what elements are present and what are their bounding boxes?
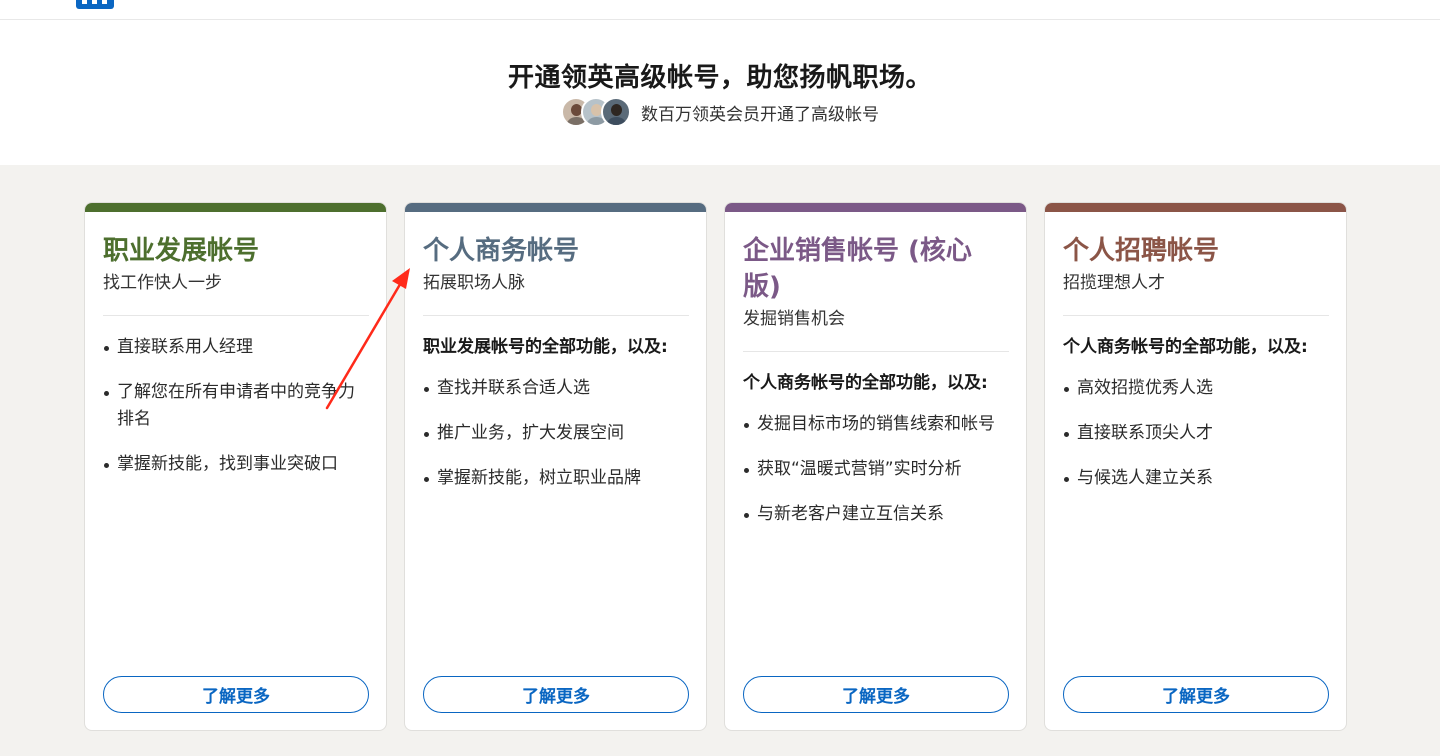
divider	[743, 351, 1009, 352]
plan-lead: 职业发展帐号的全部功能，以及:	[423, 337, 668, 357]
list-item: 与候选人建立关系	[1063, 465, 1329, 492]
plan-title: 职业发展帐号	[103, 236, 260, 266]
plan-lead: 个人商务帐号的全部功能，以及:	[1063, 337, 1308, 357]
learn-more-button[interactable]: 了解更多	[423, 676, 689, 713]
hero-subtitle-row: 数百万领英会员开通了高级帐号	[0, 97, 1440, 127]
card-color-bar	[405, 203, 706, 212]
plan-card-business: 个人商务帐号 拓展职场人脉 职业发展帐号的全部功能，以及: 查找并联系合适人选 …	[404, 202, 707, 731]
feature-list: 直接联系用人经理 了解您在所有申请者中的竞争力排名 掌握新技能，找到事业突破口	[103, 334, 369, 478]
list-item: 与新老客户建立互信关系	[743, 501, 1009, 528]
list-item: 发掘目标市场的销售线索和帐号	[743, 411, 1009, 438]
plan-tagline: 找工作快人一步	[103, 273, 222, 293]
learn-more-button[interactable]: 了解更多	[103, 676, 369, 713]
list-item: 高效招揽优秀人选	[1063, 375, 1329, 402]
member-avatars	[561, 97, 631, 127]
learn-more-button[interactable]: 了解更多	[1063, 676, 1329, 713]
divider	[103, 315, 369, 316]
plan-title: 个人商务帐号	[423, 236, 580, 266]
hero-subtitle: 数百万领英会员开通了高级帐号	[641, 104, 879, 125]
plan-card-sales: 企业销售帐号 (核心版) 发掘销售机会 个人商务帐号的全部功能，以及: 发掘目标…	[724, 202, 1027, 731]
divider	[1063, 315, 1329, 316]
list-item: 直接联系用人经理	[103, 334, 369, 361]
plan-tagline: 招揽理想人才	[1063, 273, 1165, 293]
plan-title: 企业销售帐号 (核心版)	[743, 236, 972, 302]
linkedin-logo-icon[interactable]	[76, 0, 114, 9]
feature-list: 查找并联系合适人选 推广业务，扩大发展空间 掌握新技能，树立职业品牌	[423, 375, 689, 492]
plans-section: 职业发展帐号 找工作快人一步 直接联系用人经理 了解您在所有申请者中的竞争力排名…	[0, 165, 1440, 756]
card-color-bar	[1045, 203, 1346, 212]
avatar	[601, 97, 631, 127]
list-item: 推广业务，扩大发展空间	[423, 420, 689, 447]
plan-lead: 个人商务帐号的全部功能，以及:	[743, 373, 988, 393]
premium-hero: 开通领英高级帐号，助您扬帆职场。 数百万领英会员开通了高级帐号	[0, 21, 1440, 165]
feature-list: 高效招揽优秀人选 直接联系顶尖人才 与候选人建立关系	[1063, 375, 1329, 492]
plan-tagline: 拓展职场人脉	[423, 273, 525, 293]
plan-card-recruiter: 个人招聘帐号 招揽理想人才 个人商务帐号的全部功能，以及: 高效招揽优秀人选 直…	[1044, 202, 1347, 731]
hero-title: 开通领英高级帐号，助您扬帆职场。	[507, 63, 932, 93]
learn-more-button[interactable]: 了解更多	[743, 676, 1009, 713]
top-nav-bar	[0, 0, 1440, 20]
plan-tagline: 发掘销售机会	[743, 309, 845, 329]
plan-card-career: 职业发展帐号 找工作快人一步 直接联系用人经理 了解您在所有申请者中的竞争力排名…	[84, 202, 387, 731]
list-item: 掌握新技能，找到事业突破口	[103, 451, 369, 478]
list-item: 查找并联系合适人选	[423, 375, 689, 402]
list-item: 获取“温暖式营销”实时分析	[743, 456, 1009, 483]
list-item: 了解您在所有申请者中的竞争力排名	[103, 379, 369, 433]
card-color-bar	[725, 203, 1026, 212]
list-item: 直接联系顶尖人才	[1063, 420, 1329, 447]
card-color-bar	[85, 203, 386, 212]
divider	[423, 315, 689, 316]
plan-title: 个人招聘帐号	[1063, 236, 1220, 266]
feature-list: 发掘目标市场的销售线索和帐号 获取“温暖式营销”实时分析 与新老客户建立互信关系	[743, 411, 1009, 528]
list-item: 掌握新技能，树立职业品牌	[423, 465, 689, 492]
